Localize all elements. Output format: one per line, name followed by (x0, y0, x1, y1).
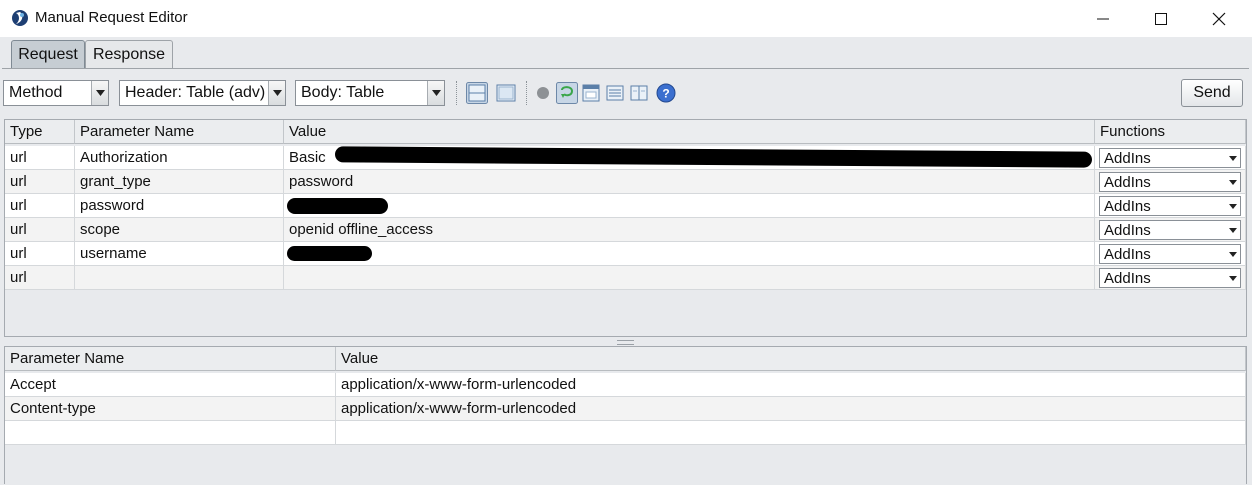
single-panel-icon[interactable] (495, 82, 517, 104)
body-mode-select[interactable]: Body: Table (295, 80, 445, 106)
type-cell[interactable]: url (5, 266, 75, 290)
table-row[interactable]: url username AddIns (5, 242, 1246, 266)
functions-cell: AddIns (1095, 170, 1246, 194)
help-icon[interactable]: ? (655, 82, 677, 104)
parameter-name-cell[interactable]: password (75, 194, 284, 218)
chevron-down-icon (1226, 149, 1240, 167)
functions-cell: AddIns (1095, 266, 1246, 290)
parameter-name-cell[interactable]: scope (75, 218, 284, 242)
chevron-down-icon (1226, 173, 1240, 191)
app-logo-icon (11, 9, 29, 27)
table-row[interactable]: url password AddIns (5, 194, 1246, 218)
functions-select[interactable]: AddIns (1099, 244, 1241, 264)
svg-text:?: ? (662, 87, 669, 101)
value-cell[interactable]: application/x-www-form-urlencoded (336, 373, 1246, 397)
parameter-name-cell[interactable] (75, 266, 284, 290)
close-button[interactable] (1190, 0, 1248, 37)
maximize-icon (1155, 12, 1167, 25)
params-table: Type Parameter Name Value Functions url … (4, 119, 1247, 337)
functions-select[interactable]: AddIns (1099, 196, 1241, 216)
table-row[interactable]: url scope openid offline_access AddIns (5, 218, 1246, 242)
headers-table: Parameter Name Value Accept application/… (4, 346, 1247, 484)
functions-select[interactable]: AddIns (1099, 220, 1241, 240)
functions-select-value: AddIns (1104, 269, 1151, 287)
table-row[interactable] (5, 421, 1246, 445)
table-row[interactable]: url grant_type password AddIns (5, 170, 1246, 194)
value-cell[interactable]: password (284, 170, 1095, 194)
parameter-name-cell[interactable]: username (75, 242, 284, 266)
functions-select-value: AddIns (1104, 245, 1151, 263)
tab-response[interactable]: Response (85, 40, 173, 69)
value-cell[interactable]: application/x-www-form-urlencoded (336, 397, 1246, 421)
column-header-value[interactable]: Value (336, 347, 1246, 371)
header-mode-value: Header: Table (adv) (125, 84, 266, 101)
type-cell[interactable]: url (5, 146, 75, 170)
chevron-down-icon (1226, 245, 1240, 263)
maximize-button[interactable] (1132, 0, 1190, 37)
value-cell[interactable] (284, 242, 1095, 266)
chevron-down-icon (1226, 221, 1240, 239)
split-horizontal-icon[interactable] (466, 82, 488, 104)
follow-redirect-icon[interactable] (556, 82, 578, 104)
send-button[interactable]: Send (1181, 79, 1243, 107)
functions-select[interactable]: AddIns (1099, 148, 1241, 168)
chevron-down-icon (91, 81, 108, 105)
type-cell[interactable]: url (5, 194, 75, 218)
close-icon (1212, 12, 1226, 25)
column-header-value[interactable]: Value (284, 120, 1095, 144)
list-view-icon[interactable] (604, 82, 626, 104)
toolbar-separator (456, 81, 458, 105)
value-cell[interactable]: openid offline_access (284, 218, 1095, 242)
redaction-mark (287, 198, 388, 214)
columns-view-icon[interactable] (628, 82, 650, 104)
functions-select[interactable]: AddIns (1099, 268, 1241, 288)
type-cell[interactable]: url (5, 242, 75, 266)
status-dot-icon[interactable] (532, 82, 554, 104)
window-title: Manual Request Editor (35, 9, 188, 26)
column-header-type[interactable]: Type (5, 120, 75, 144)
functions-select[interactable]: AddIns (1099, 172, 1241, 192)
toolbar-separator (526, 81, 528, 105)
value-cell[interactable] (284, 266, 1095, 290)
table-row[interactable]: Content-type application/x-www-form-urle… (5, 397, 1246, 421)
value-cell[interactable] (336, 421, 1246, 445)
body-mode-value: Body: Table (301, 84, 385, 101)
parameter-name-cell[interactable]: Content-type (5, 397, 336, 421)
type-cell[interactable]: url (5, 170, 75, 194)
method-select[interactable]: Method (3, 80, 109, 106)
split-pane-divider[interactable] (617, 340, 634, 345)
type-cell[interactable]: url (5, 218, 75, 242)
redaction-mark (287, 246, 372, 261)
column-header-functions[interactable]: Functions (1095, 120, 1246, 144)
functions-select-value: AddIns (1104, 197, 1151, 215)
functions-cell: AddIns (1095, 146, 1246, 170)
method-select-value: Method (9, 84, 63, 101)
functions-select-value: AddIns (1104, 149, 1151, 167)
chevron-down-icon (1226, 197, 1240, 215)
value-cell[interactable] (284, 194, 1095, 218)
column-header-parameter-name[interactable]: Parameter Name (5, 347, 336, 371)
parameter-name-cell[interactable]: Accept (5, 373, 336, 397)
functions-select-value: AddIns (1104, 173, 1151, 191)
parameter-name-cell[interactable]: grant_type (75, 170, 284, 194)
functions-select-value: AddIns (1104, 221, 1151, 239)
parameter-name-cell[interactable]: Authorization (75, 146, 284, 170)
minimize-button[interactable] (1074, 0, 1132, 37)
panel-window-icon[interactable] (580, 82, 602, 104)
tab-request[interactable]: Request (11, 40, 85, 69)
chevron-down-icon (268, 81, 285, 105)
functions-cell: AddIns (1095, 218, 1246, 242)
table-row[interactable]: url AddIns (5, 266, 1246, 290)
chevron-down-icon (427, 81, 444, 105)
parameter-name-cell[interactable] (5, 421, 336, 445)
table-row[interactable]: Accept application/x-www-form-urlencoded (5, 373, 1246, 397)
functions-cell: AddIns (1095, 194, 1246, 218)
functions-cell: AddIns (1095, 242, 1246, 266)
column-header-parameter-name[interactable]: Parameter Name (75, 120, 284, 144)
header-mode-select[interactable]: Header: Table (adv) (119, 80, 286, 106)
title-bar: Manual Request Editor (0, 0, 1252, 37)
minimize-icon (1097, 18, 1109, 19)
chevron-down-icon (1226, 269, 1240, 287)
